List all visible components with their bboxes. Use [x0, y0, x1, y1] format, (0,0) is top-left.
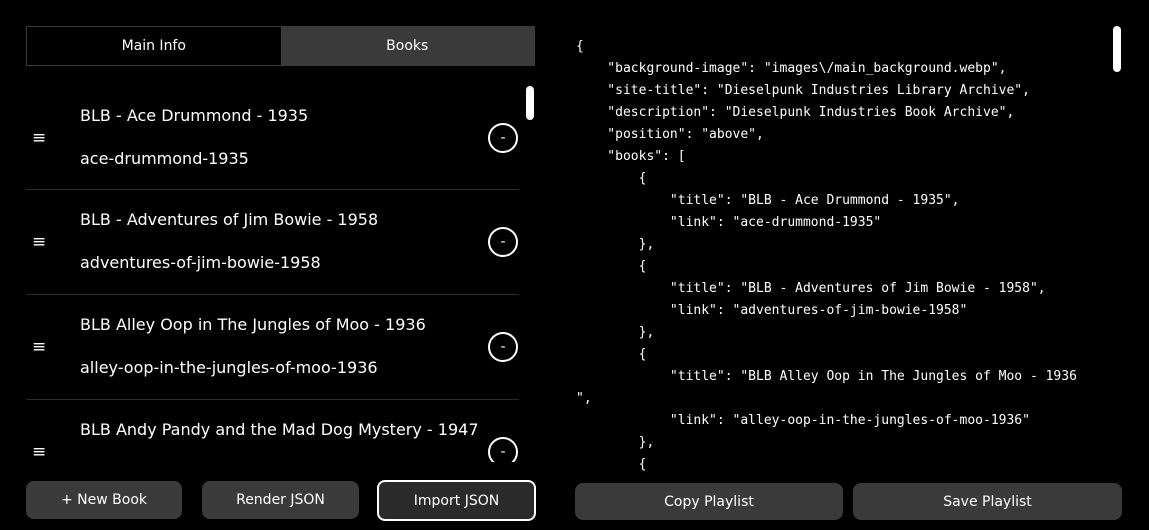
playlist-editor-panel: Main Info Books ≡ BLB - Ace Drummond - 1… — [26, 26, 536, 521]
book-list-scrollbar[interactable] — [526, 86, 534, 462]
book-list-scroll-area[interactable]: ≡ BLB - Ace Drummond - 1935 ace-drummond… — [26, 86, 536, 462]
json-line: "site-title": "Dieselpunk Industries Lib… — [576, 83, 1030, 98]
json-line: "books": [ — [576, 149, 686, 164]
json-line: { — [576, 259, 647, 274]
remove-book-button[interactable]: - — [488, 227, 518, 257]
json-line: }, — [576, 237, 655, 252]
book-title[interactable]: BLB Alley Oop in The Jungles of Moo - 19… — [80, 315, 426, 334]
json-line: }, — [576, 325, 655, 340]
book-list-scrollbar-thumb[interactable] — [526, 86, 534, 120]
book-list-item: ≡ BLB - Ace Drummond - 1935 ace-drummond… — [26, 86, 519, 190]
drag-handle-icon[interactable]: ≡ — [32, 337, 46, 357]
json-line: ", — [576, 391, 592, 406]
json-line: "title": "BLB - Adventures of Jim Bowie … — [576, 281, 1046, 296]
json-output-scrollbar[interactable] — [1113, 26, 1121, 472]
json-output-scrollbar-thumb[interactable] — [1113, 26, 1121, 72]
book-title[interactable]: BLB Andy Pandy and the Mad Dog Mystery -… — [80, 420, 479, 439]
tab-books[interactable]: Books — [280, 27, 534, 65]
book-link[interactable]: ace-drummond-1935 — [80, 149, 249, 168]
remove-book-button[interactable]: - — [488, 122, 518, 153]
json-line: "position": "above", — [576, 127, 764, 142]
render-json-button[interactable]: Render JSON — [202, 481, 359, 519]
json-line: "title": "BLB - Ace Drummond - 1935", — [576, 193, 960, 208]
remove-book-button[interactable]: - — [488, 437, 518, 462]
json-line: "background-image": "images\/main_backgr… — [576, 61, 1007, 76]
save-playlist-button[interactable]: Save Playlist — [853, 483, 1122, 520]
copy-playlist-button[interactable]: Copy Playlist — [575, 483, 843, 520]
book-list-item: ≡ BLB Alley Oop in The Jungles of Moo - … — [26, 295, 519, 400]
new-book-button[interactable]: + New Book — [26, 481, 182, 519]
remove-book-button[interactable]: - — [488, 332, 518, 362]
json-line: "description": "Dieselpunk Industries Bo… — [576, 105, 1015, 120]
json-line: "link": "ace-drummond-1935" — [576, 215, 882, 230]
book-list-item: ≡ BLB Andy Pandy and the Mad Dog Mystery… — [26, 400, 519, 462]
tab-bar: Main Info Books — [26, 26, 535, 66]
editor-button-row: + New Book Render JSON Import JSON — [26, 480, 536, 521]
import-json-button[interactable]: Import JSON — [377, 480, 536, 521]
json-output-area[interactable]: { "background-image": "images\/main_back… — [576, 26, 1123, 472]
book-title[interactable]: BLB - Ace Drummond - 1935 — [80, 106, 308, 125]
json-preview-panel: { "background-image": "images\/main_back… — [575, 26, 1123, 520]
book-list: ≡ BLB - Ace Drummond - 1935 ace-drummond… — [26, 86, 519, 462]
book-title[interactable]: BLB - Adventures of Jim Bowie - 1958 — [80, 210, 378, 229]
tab-main-info[interactable]: Main Info — [27, 27, 281, 65]
json-line: }, — [576, 435, 655, 450]
book-list-item: ≡ BLB - Adventures of Jim Bowie - 1958 a… — [26, 190, 519, 295]
drag-handle-icon[interactable]: ≡ — [32, 232, 46, 252]
json-line: { — [576, 39, 584, 54]
drag-handle-icon[interactable]: ≡ — [32, 442, 46, 462]
json-line: { — [576, 171, 647, 186]
json-line: "link": "adventures-of-jim-bowie-1958" — [576, 303, 968, 318]
json-output-text: { "background-image": "images\/main_back… — [576, 26, 1123, 472]
json-line: { — [576, 347, 647, 362]
book-link[interactable]: alley-oop-in-the-jungles-of-moo-1936 — [80, 358, 378, 377]
drag-handle-icon[interactable]: ≡ — [32, 128, 46, 148]
book-link[interactable]: adventures-of-jim-bowie-1958 — [80, 253, 321, 272]
json-line: { — [576, 457, 647, 472]
json-line: "title": "BLB Alley Oop in The Jungles o… — [576, 369, 1077, 384]
json-line: "link": "alley-oop-in-the-jungles-of-moo… — [576, 413, 1030, 428]
